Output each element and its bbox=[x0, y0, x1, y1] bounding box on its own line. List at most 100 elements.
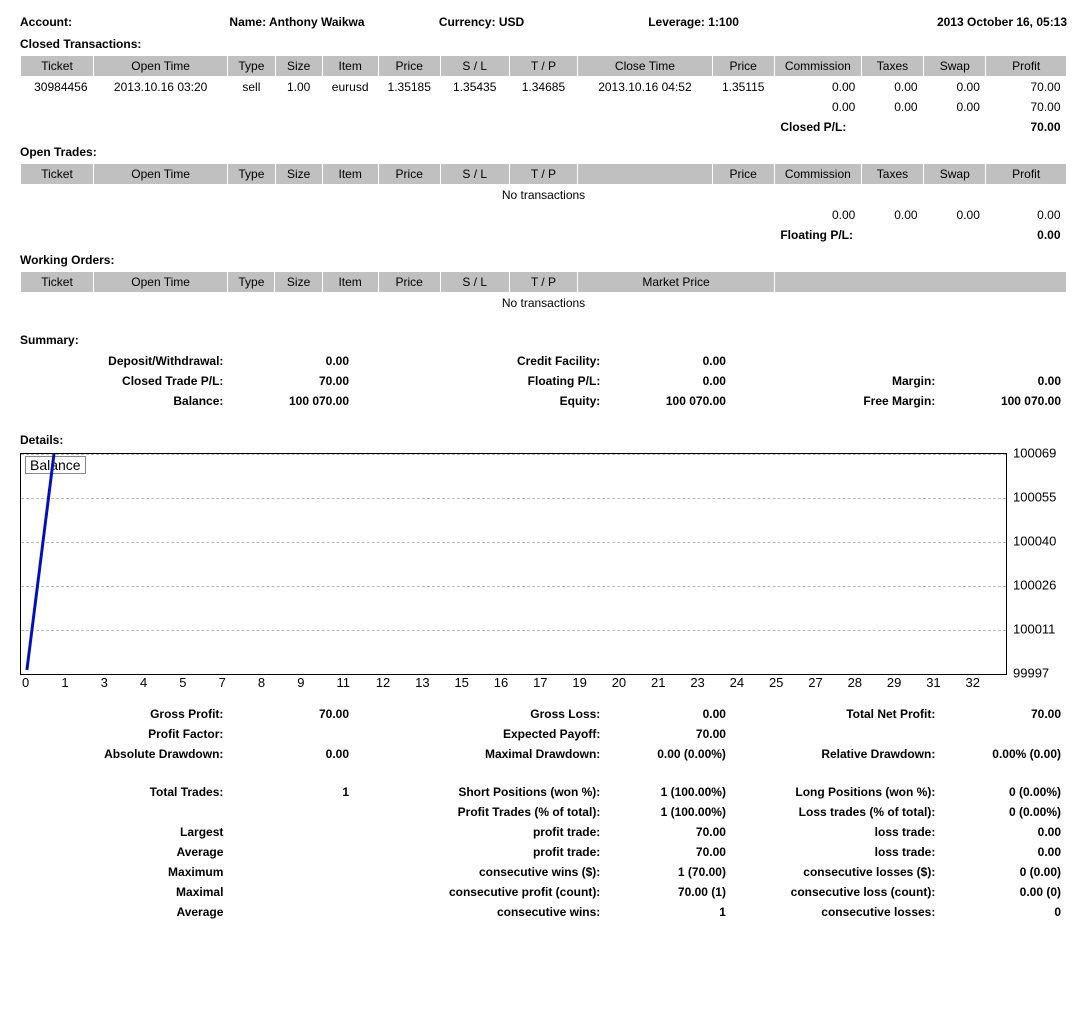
stats-value: 70.00 bbox=[606, 842, 732, 862]
col-blank bbox=[578, 164, 712, 185]
x-tick: 31 bbox=[926, 675, 965, 690]
stats-row: Largestprofit trade:70.00loss trade:0.00 bbox=[20, 822, 1067, 842]
no-transactions-row: No transactions bbox=[21, 293, 1067, 314]
total-swap: 0.00 bbox=[924, 205, 986, 225]
stats-value: 0.00% (0.00) bbox=[941, 744, 1067, 764]
stats-value: 0.00 bbox=[941, 842, 1067, 862]
stats-label: consecutive wins ($): bbox=[355, 862, 606, 882]
name-label: Name: bbox=[229, 15, 266, 29]
total-commission: 0.00 bbox=[774, 97, 861, 117]
stats-label: Expected Payoff: bbox=[355, 724, 606, 744]
totals-row: 0.00 0.00 0.00 70.00 bbox=[21, 97, 1067, 117]
stats-label: Gross Loss: bbox=[355, 704, 606, 724]
x-tick: 29 bbox=[887, 675, 926, 690]
stats-value: 1 (70.00) bbox=[606, 862, 732, 882]
stats-label: Average bbox=[20, 902, 229, 922]
summary-label: Free Margin: bbox=[732, 391, 941, 411]
stats-label bbox=[732, 724, 941, 744]
x-tick: 20 bbox=[612, 675, 651, 690]
stats-row: Total Trades:1Short Positions (won %):1 … bbox=[20, 782, 1067, 802]
summary-table: Deposit/Withdrawal:0.00Credit Facility:0… bbox=[20, 351, 1067, 411]
stats-value: 70.00 (1) bbox=[606, 882, 732, 902]
stats-label: Largest bbox=[20, 822, 229, 842]
cell-commission: 0.00 bbox=[774, 77, 861, 98]
total-taxes: 0.00 bbox=[861, 205, 923, 225]
currency-cell: Currency: USD bbox=[439, 15, 648, 29]
col-price: Price bbox=[378, 164, 440, 185]
summary-label: Deposit/Withdrawal: bbox=[20, 351, 229, 371]
x-tick: 28 bbox=[848, 675, 887, 690]
no-transactions-row: No transactions bbox=[21, 185, 1067, 206]
summary-label: Floating P/L: bbox=[355, 371, 606, 391]
stats-value bbox=[229, 842, 355, 862]
col-commission: Commission bbox=[774, 164, 861, 185]
stats-value: 0.00 bbox=[229, 744, 355, 764]
stats-label: consecutive profit (count): bbox=[355, 882, 606, 902]
stats-value bbox=[229, 724, 355, 744]
working-orders-table: Ticket Open Time Type Size Item Price S … bbox=[20, 271, 1067, 313]
x-tick: 0 bbox=[22, 675, 61, 690]
cell-open-time: 2013.10.16 03:20 bbox=[94, 77, 228, 98]
y-tick: 99997 bbox=[1013, 666, 1063, 681]
x-tick: 5 bbox=[179, 675, 218, 690]
closed-transactions-table: Ticket Open Time Type Size Item Price S … bbox=[20, 55, 1067, 137]
y-tick: 100026 bbox=[1013, 578, 1063, 593]
report-datetime: 2013 October 16, 05:13 bbox=[858, 15, 1067, 29]
col-sl: S / L bbox=[440, 56, 509, 77]
account-label: Account: bbox=[20, 15, 229, 29]
col-size: Size bbox=[275, 164, 322, 185]
table-header-row: Ticket Open Time Type Size Item Price S … bbox=[21, 56, 1067, 77]
table-row: 30984456 2013.10.16 03:20 sell 1.00 euru… bbox=[21, 77, 1067, 98]
x-tick: 12 bbox=[376, 675, 415, 690]
name-cell: Name: Anthony Waikwa bbox=[229, 15, 438, 29]
summary-row: Closed Trade P/L:70.00Floating P/L:0.00M… bbox=[20, 371, 1067, 391]
no-tx-text: No transactions bbox=[21, 293, 1067, 314]
stats-label: consecutive losses ($): bbox=[732, 862, 941, 882]
totals-row: 0.00 0.00 0.00 0.00 bbox=[21, 205, 1067, 225]
stats-label: Relative Drawdown: bbox=[732, 744, 941, 764]
col-swap: Swap bbox=[924, 164, 986, 185]
chart-x-axis: 0134578911121315161719202123242527282931… bbox=[20, 675, 1007, 690]
cell-tp: 1.34685 bbox=[509, 77, 578, 98]
stats-row: Maximal consecutive profit (count):70.00 … bbox=[20, 882, 1067, 902]
stats-label: Maximal bbox=[20, 882, 229, 902]
col-ticket: Ticket bbox=[21, 272, 94, 293]
y-tick: 100055 bbox=[1013, 490, 1063, 505]
stats-value bbox=[229, 822, 355, 842]
summary-value: 0.00 bbox=[229, 351, 355, 371]
summary-value: 70.00 bbox=[229, 371, 355, 391]
floating-pl-label: Floating P/L: bbox=[774, 225, 986, 245]
cell-sl: 1.35435 bbox=[440, 77, 509, 98]
stats-label: Total Trades: bbox=[20, 782, 229, 802]
stats-label bbox=[20, 802, 229, 822]
stats-label: consecutive wins: bbox=[355, 902, 606, 922]
x-tick: 9 bbox=[297, 675, 336, 690]
y-tick: 100011 bbox=[1013, 622, 1063, 637]
stats-value: 0 bbox=[941, 902, 1067, 922]
x-tick: 21 bbox=[651, 675, 690, 690]
stats-label: Maximum bbox=[20, 862, 229, 882]
stats-label: Profit Factor: bbox=[20, 724, 229, 744]
y-tick: 100040 bbox=[1013, 534, 1063, 549]
stats-value: 70.00 bbox=[606, 724, 732, 744]
x-tick: 7 bbox=[219, 675, 258, 690]
cell-close-time: 2013.10.16 04:52 bbox=[578, 77, 712, 98]
chart-area: Balance bbox=[20, 453, 1007, 675]
col-profit: Profit bbox=[986, 56, 1067, 77]
leverage-cell: Leverage: 1:100 bbox=[648, 15, 857, 29]
x-tick: 32 bbox=[966, 675, 1005, 690]
cell-taxes: 0.00 bbox=[861, 77, 923, 98]
summary-row: Balance:100 070.00Equity:100 070.00Free … bbox=[20, 391, 1067, 411]
col-price2: Price bbox=[712, 56, 774, 77]
x-tick: 19 bbox=[572, 675, 611, 690]
stats-value: 70.00 bbox=[606, 822, 732, 842]
table-header-row: Ticket Open Time Type Size Item Price S … bbox=[21, 272, 1067, 293]
col-market-price: Market Price bbox=[578, 272, 775, 293]
floating-pl-row: Floating P/L: 0.00 bbox=[21, 225, 1067, 245]
working-orders-title: Working Orders: bbox=[20, 253, 1067, 267]
stats-table: Gross Profit:70.00Gross Loss:0.00Total N… bbox=[20, 704, 1067, 922]
col-type: Type bbox=[228, 164, 275, 185]
col-tp: T / P bbox=[509, 56, 578, 77]
x-tick: 11 bbox=[337, 675, 376, 690]
col-swap: Swap bbox=[924, 56, 986, 77]
